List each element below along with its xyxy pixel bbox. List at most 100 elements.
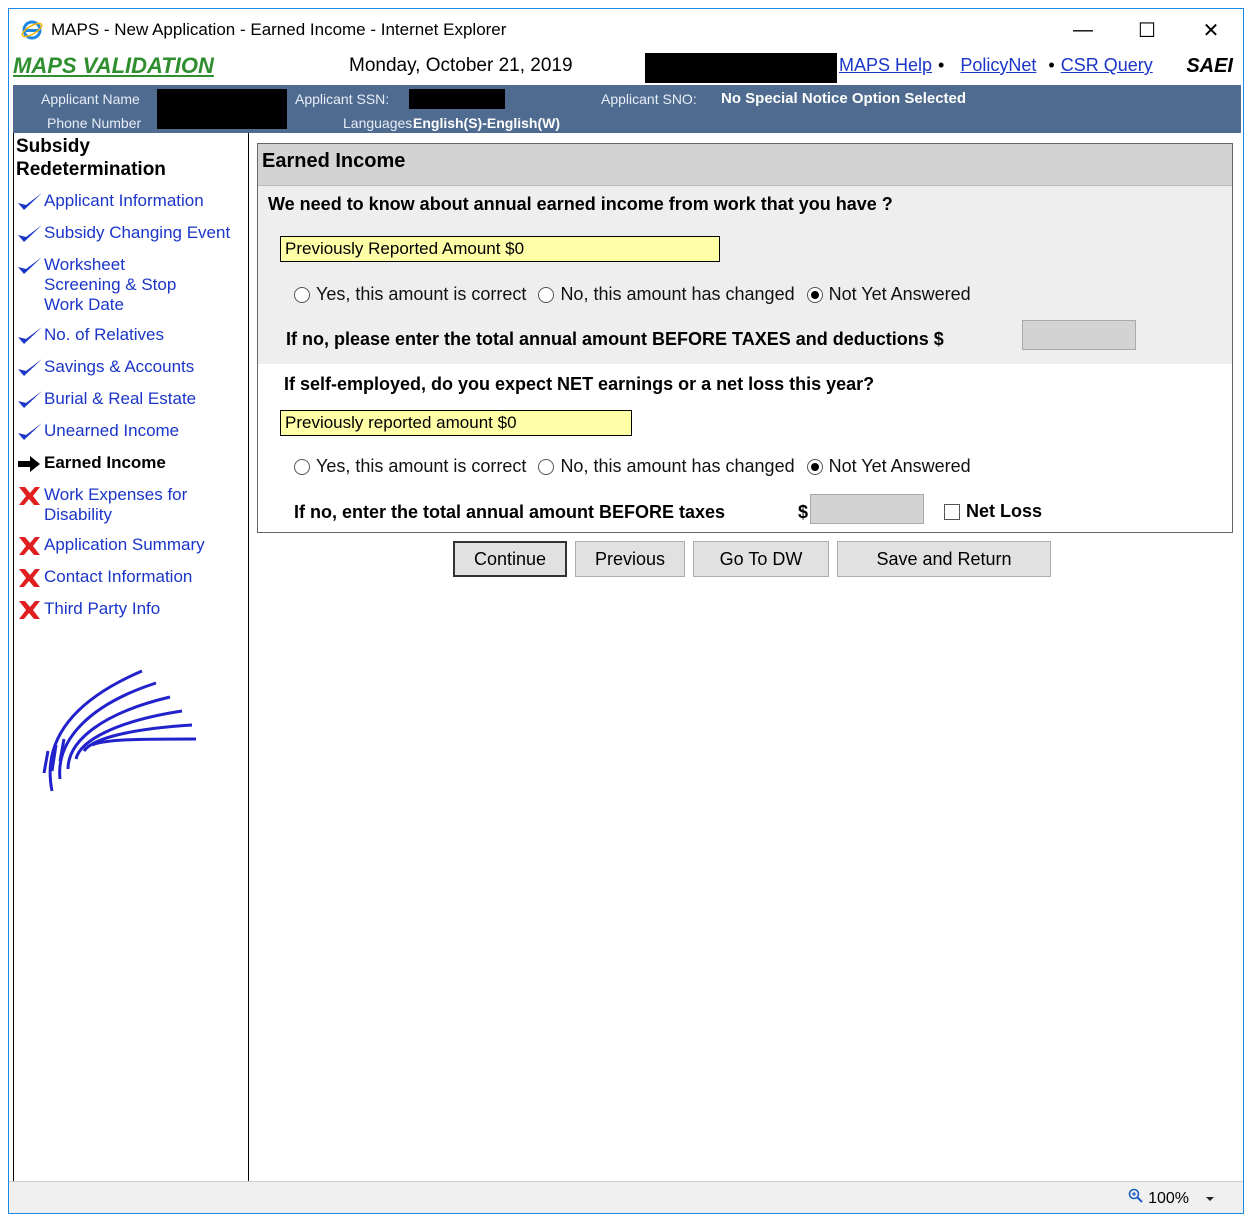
question-self-employed: If self-employed, do you expect NET earn… [284,374,875,394]
languages-value: English(S)-English(W) [413,115,560,131]
maximize-button[interactable]: ☐ [1115,9,1179,51]
chevron-down-icon[interactable] [1205,1190,1215,1208]
system-code: SAEI [1186,55,1233,77]
net-loss-option[interactable]: Net Loss [944,501,1042,522]
window-controls: — ☐ ✕ [1051,9,1243,51]
radio-yes-correct[interactable] [294,458,310,475]
nav-title: Subsidy Redetermination [16,136,166,180]
nav-item-savings-accounts[interactable]: Savings & Accounts [14,357,248,379]
red-x-icon [16,567,44,589]
applicant-name-label: Applicant Name [41,91,140,107]
annual-amount-input[interactable] [1022,320,1136,350]
previously-reported-amount-self: Previously reported amount $0 [280,410,632,436]
red-x-icon [16,485,44,507]
nav-item-third-party-info[interactable]: Third Party Info [14,599,248,621]
nav-item-applicant-information[interactable]: Applicant Information [14,191,248,213]
nav-item-label[interactable]: Third Party Info [44,599,160,619]
radio-label: Yes, this amount is correct [316,456,527,476]
action-buttons: Continue Previous Go To DW Save and Retu… [453,541,1051,577]
checkmark-icon [16,191,44,213]
nav-item-label[interactable]: Contact Information [44,567,192,587]
nav-item-subsidy-changing-event[interactable]: Subsidy Changing Event [14,223,248,245]
policynet-link[interactable]: PolicyNet [960,55,1036,76]
nav-item-label[interactable]: Subsidy Changing Event [44,223,230,243]
nav-item-label[interactable]: Application Summary [44,535,205,555]
current-date: Monday, October 21, 2019 [349,55,573,76]
earned-income-panel: Earned Income We need to know about annu… [257,143,1233,533]
nav-item-label[interactable]: Burial & Real Estate [44,389,196,409]
nav-item-application-summary[interactable]: Application Summary [14,535,248,557]
link-separator: • [1048,55,1055,75]
net-loss-checkbox[interactable] [944,503,960,520]
nav-item-no-of-relatives[interactable]: No. of Relatives [14,325,248,347]
radio-not-yet-answered[interactable] [806,286,823,303]
header-links: MAPS Help • PolicyNet • CSR Query [839,55,1153,76]
nav-item-worksheet-screening[interactable]: Worksheet Screening & Stop Work Date [14,255,248,315]
nav-item-earned-income: Earned Income [14,453,248,475]
nav-item-label[interactable]: Savings & Accounts [44,357,194,377]
radio-label: Not Yet Answered [828,284,971,304]
arrow-right-icon [16,453,44,475]
nav-item-label: Earned Income [44,453,166,472]
nav-item-label[interactable]: Worksheet Screening & Stop Work Date [44,255,204,315]
status-bar: 100% [9,1181,1243,1213]
checkmark-icon [16,389,44,411]
panel-title: Earned Income [258,144,1232,186]
radio-not-yet-answered[interactable] [806,458,823,475]
nav-item-label[interactable]: Unearned Income [44,421,179,441]
nav-item-work-expenses[interactable]: Work Expenses for Disability [14,485,248,525]
checkmark-icon [16,421,44,443]
close-button[interactable]: ✕ [1179,9,1243,51]
applicant-sno-value: No Special Notice Option Selected [721,90,967,107]
checkmark-icon [16,223,44,245]
red-x-icon [16,535,44,557]
window-title: MAPS - New Application - Earned Income -… [51,20,507,39]
browser-window: MAPS - New Application - Earned Income -… [8,8,1244,1214]
app-name-link[interactable]: MAPS VALIDATION [13,53,214,79]
radio-label: No, this amount has changed [560,456,795,476]
save-and-return-button[interactable]: Save and Return [837,541,1051,577]
radio-yes-correct[interactable] [294,286,310,303]
radio-label: Not Yet Answered [828,456,971,476]
radio-label: No, this amount has changed [560,284,795,304]
redacted-block [645,53,837,83]
net-amount-input[interactable] [810,494,924,524]
maps-help-link[interactable]: MAPS Help [839,55,932,76]
net-loss-label: Net Loss [966,501,1043,521]
red-x-icon [16,599,44,621]
nav-item-label[interactable]: Work Expenses for Disability [44,485,214,525]
nav-item-label[interactable]: No. of Relatives [44,325,164,345]
go-to-dw-button[interactable]: Go To DW [693,541,829,577]
self-employed-radio-group: Yes, this amount is correct No, this amo… [294,456,979,477]
csr-query-link[interactable]: CSR Query [1061,55,1153,76]
title-bar: MAPS - New Application - Earned Income -… [9,9,1243,51]
internet-explorer-icon [21,19,43,41]
nav-item-contact-information[interactable]: Contact Information [14,567,248,589]
redacted-block [409,89,505,109]
applicant-info-bar: Applicant Name Phone Number Applicant SS… [13,85,1241,133]
radio-no-changed[interactable] [538,458,555,475]
checkmark-icon [16,357,44,379]
link-separator: • [938,55,945,75]
redacted-block [157,89,287,129]
applicant-sno-label: Applicant SNO: [601,91,697,107]
nav-item-label[interactable]: Applicant Information [44,191,204,211]
annual-earned-income-section: We need to know about annual earned inco… [258,186,1232,364]
earned-income-radio-group: Yes, this amount is correct No, this amo… [294,284,979,305]
net-amount-before-taxes-label: If no, enter the total annual amount BEF… [294,502,726,522]
nav-item-unearned-income[interactable]: Unearned Income [14,421,248,443]
left-navigation: Subsidy Redetermination Applicant Inform… [13,133,249,1183]
continue-button[interactable]: Continue [453,541,567,577]
zoom-control[interactable]: 100% [1128,1188,1215,1209]
self-employed-section: If self-employed, do you expect NET earn… [258,364,1232,532]
minimize-button[interactable]: — [1051,9,1115,51]
phone-number-label: Phone Number [47,115,142,131]
question-annual-earned-income: We need to know about annual earned inco… [268,194,893,214]
previous-button[interactable]: Previous [575,541,685,577]
app-header: MAPS VALIDATION Monday, October 21, 2019… [9,51,1243,85]
checkmark-icon [16,255,44,277]
radio-no-changed[interactable] [538,286,555,303]
zoom-icon [1128,1188,1144,1209]
amount-before-taxes-label: If no, please enter the total annual amo… [286,329,944,349]
nav-item-burial-real-estate[interactable]: Burial & Real Estate [14,389,248,411]
